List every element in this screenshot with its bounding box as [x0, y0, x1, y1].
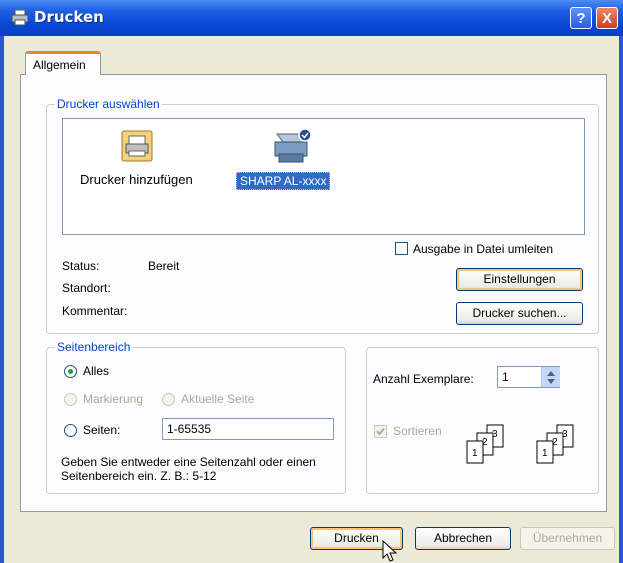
window-title: Drucken: [34, 8, 104, 26]
radio-all[interactable]: [64, 365, 77, 378]
radio-current-page: [162, 393, 175, 406]
collate-set1-page-1: 1: [472, 448, 478, 459]
cancel-button[interactable]: Abbrechen: [415, 527, 511, 550]
printer-item-add-label: Drucker hinzufügen: [80, 172, 193, 187]
collate-label: Sortieren: [393, 424, 442, 438]
spin-down-icon: [547, 379, 555, 384]
radio-all-label[interactable]: Alles: [83, 364, 109, 378]
printer-item-sharp[interactable]: SHARP AL-xxxx: [236, 127, 346, 201]
print-to-file-checkbox[interactable]: [395, 242, 408, 255]
radio-current-page-label: Aktuelle Seite: [181, 392, 255, 406]
page-range-hint: Geben Sie entweder eine Seitenzahl oder …: [61, 455, 316, 483]
copies-count-label: Anzahl Exemplare:: [373, 372, 474, 386]
printer-list[interactable]: Drucker hinzufügen SHARP AL-xxxx: [62, 118, 585, 235]
radio-pages[interactable]: [64, 424, 77, 437]
radio-all-dot: [68, 369, 73, 374]
status-label: Status:: [62, 259, 100, 273]
find-printer-button[interactable]: Drucker suchen...: [456, 302, 583, 325]
spin-up-icon: [547, 371, 555, 376]
printer-item-sharp-label: SHARP AL-xxxx: [236, 172, 331, 190]
location-label: Standort:: [62, 281, 111, 295]
radio-selection: [64, 393, 77, 406]
pages-input[interactable]: 1-65535: [162, 418, 334, 440]
radio-selection-label: Markierung: [83, 392, 144, 406]
print-to-file-label[interactable]: Ausgabe in Datei umleiten: [413, 242, 553, 256]
printer-icon: [274, 128, 312, 163]
status-value: Bereit: [148, 259, 180, 273]
close-button[interactable]: X: [596, 7, 618, 29]
collate-set2-page-1: 1: [542, 448, 548, 459]
tab-allgemein[interactable]: Allgemein: [25, 51, 101, 75]
apply-button: Übernehmen: [520, 527, 615, 550]
copies-spin-button[interactable]: [541, 367, 560, 387]
checkmark-icon: [376, 427, 385, 436]
copies-group: [366, 347, 599, 494]
radio-pages-label[interactable]: Seiten:: [83, 423, 120, 437]
printer-item-add[interactable]: Drucker hinzufügen: [76, 129, 206, 189]
collate-checkbox: [374, 425, 387, 438]
comment-label: Kommentar:: [62, 304, 128, 318]
page-range-legend: Seitenbereich: [55, 340, 133, 354]
settings-button[interactable]: Einstellungen: [456, 268, 583, 291]
printer-title-icon: [12, 10, 28, 25]
help-button[interactable]: ?: [570, 7, 592, 29]
add-printer-icon: [121, 130, 153, 162]
print-dialog-window: Drucken ? X Allgemein Drucker auswählen …: [0, 0, 623, 563]
mouse-cursor-icon: [382, 540, 398, 562]
collate-pages-icon: 3 2 1 3 2 1: [466, 424, 574, 464]
printer-group-legend: Drucker auswählen: [55, 97, 162, 111]
title-bar[interactable]: Drucken ? X: [0, 0, 623, 36]
